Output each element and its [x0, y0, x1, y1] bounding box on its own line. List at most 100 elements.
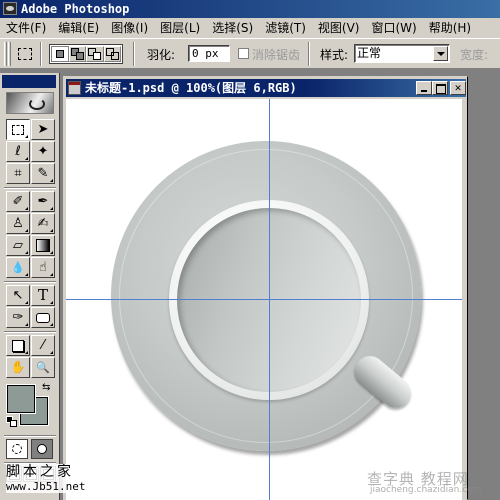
intersect-selection-button[interactable] [103, 46, 121, 62]
crop-tool[interactable]: ⌗ [6, 163, 30, 184]
toolbox-title-bar[interactable] [2, 75, 56, 88]
more-tools-indicator [22, 135, 28, 138]
menu-help[interactable]: 帮助(H) [423, 18, 477, 38]
options-bar-grip[interactable] [4, 42, 7, 66]
jb51-url-watermark: www.Jb51.net [6, 480, 86, 493]
clone-stamp-tool[interactable]: ♙ [6, 213, 30, 234]
document-canvas[interactable] [66, 99, 462, 500]
menu-layer[interactable]: 图层(L) [154, 18, 206, 38]
minimize-button[interactable] [416, 81, 432, 95]
add-to-selection-button[interactable] [68, 46, 86, 62]
gradient-tool[interactable] [31, 235, 55, 256]
add-selection-icon-overlay [75, 52, 84, 60]
more-tools-indicator [47, 351, 53, 354]
default-colors-icon-bg [10, 420, 17, 427]
photoshop-eye-logo[interactable] [6, 92, 54, 114]
menu-edit[interactable]: 编辑(E) [52, 18, 105, 38]
move-icon: ➤ [37, 122, 49, 137]
marquee-icon [12, 124, 24, 135]
style-label: 样式: [320, 48, 349, 62]
intersect-selection-icon-overlay [110, 52, 119, 60]
hand-tool[interactable]: ✋ [6, 357, 30, 378]
lasso-tool[interactable]: ℓ [6, 141, 30, 162]
options-bar-grip[interactable] [8, 42, 11, 66]
close-button[interactable]: ✕ [450, 81, 466, 95]
feather-input[interactable]: 0 px [188, 45, 230, 62]
lasso-icon: ℓ [15, 144, 21, 159]
new-selection-button[interactable] [51, 46, 69, 62]
eraser-tool[interactable]: ▱ [6, 235, 30, 256]
more-tools-indicator [47, 179, 53, 182]
healing-brush-tool[interactable]: ✐ [6, 191, 30, 212]
toolbox-separator [4, 331, 56, 333]
photoshop-app-icon [3, 2, 17, 15]
hand-icon: ✋ [10, 360, 26, 374]
eyedropper-tool[interactable]: ⁄ [31, 335, 55, 356]
rectangular-marquee-tool[interactable] [6, 119, 30, 140]
quick-mask-mode-button[interactable] [31, 439, 53, 459]
color-swatches: ⇆ [4, 382, 54, 434]
quick-mask-icon [37, 444, 47, 454]
more-tools-indicator [22, 273, 28, 276]
more-tools-indicator [47, 273, 53, 276]
psd-document-icon[interactable] [68, 81, 81, 95]
history-brush-tool[interactable]: ✍ [31, 213, 55, 234]
eyedropper-icon: ⁄ [41, 338, 45, 353]
dodge-tool[interactable]: ☝ [31, 257, 55, 278]
menu-window[interactable]: 窗口(W) [365, 18, 422, 38]
photoshop-app: Adobe Photoshop 文件(F) 编辑(E) 图像(I) 图层(L) … [0, 0, 500, 500]
separator [40, 42, 42, 66]
standard-mode-icon [12, 444, 22, 454]
path-selection-tool[interactable]: ↖ [6, 285, 30, 306]
foreground-color-swatch[interactable] [7, 385, 35, 413]
rectangular-marquee-icon[interactable] [18, 48, 32, 60]
magic-wand-tool[interactable]: ✦ [31, 141, 55, 162]
more-tools-indicator [47, 229, 53, 232]
menu-image[interactable]: 图像(I) [105, 18, 154, 38]
maximize-button[interactable] [432, 81, 448, 95]
move-tool[interactable]: ➤ [31, 119, 55, 140]
magic-wand-icon: ✦ [37, 144, 49, 159]
document-title: 未标题-1.psd @ 100%(图层 6,RGB) [85, 81, 297, 95]
menu-file[interactable]: 文件(F) [0, 18, 52, 38]
swap-colors-icon[interactable]: ⇆ [42, 382, 50, 393]
more-tools-indicator [22, 351, 28, 354]
brush-tool[interactable]: ✒ [31, 191, 55, 212]
standard-mode-button[interactable] [6, 439, 28, 459]
horizontal-guide[interactable] [66, 299, 462, 300]
more-tools-indicator [22, 301, 28, 304]
slice-tool[interactable]: ✎ [31, 163, 55, 184]
more-tools-indicator [47, 251, 53, 254]
chevron-down-icon[interactable] [433, 46, 448, 61]
chazidian-url-watermark: jiaocheng.chazidian.com [370, 485, 482, 495]
menu-select[interactable]: 选择(S) [206, 18, 259, 38]
blur-tool[interactable]: 💧 [6, 257, 30, 278]
app-title-bar: Adobe Photoshop [0, 0, 500, 18]
antialias-label: 消除锯齿 [252, 48, 301, 62]
toolbox-separator [4, 187, 56, 189]
style-select[interactable]: 正常 [354, 44, 450, 63]
more-tools-indicator [47, 323, 53, 326]
more-tools-indicator [22, 323, 28, 326]
menu-bar: 文件(F) 编辑(E) 图像(I) 图层(L) 选择(S) 滤镜(T) 视图(V… [0, 18, 500, 38]
subtract-from-selection-button[interactable] [86, 46, 104, 62]
type-tool[interactable]: T [31, 285, 55, 306]
selection-mode-group [49, 44, 123, 64]
document-title-bar[interactable]: 未标题-1.psd @ 100%(图层 6,RGB) ✕ [66, 79, 466, 97]
more-tools-indicator [22, 207, 28, 210]
feather-label: 羽化: [147, 48, 176, 62]
pen-tool[interactable]: ✑ [6, 307, 30, 328]
rounded-rectangle-icon [36, 312, 50, 323]
zoom-tool[interactable]: 🔍 [31, 357, 55, 378]
more-tools-indicator [47, 207, 53, 210]
more-tools-indicator [22, 157, 28, 160]
jb51-watermark: 脚本之家 [6, 464, 74, 480]
antialias-checkbox[interactable] [238, 48, 249, 59]
menu-filter[interactable]: 滤镜(T) [259, 18, 312, 38]
menu-view[interactable]: 视图(V) [312, 18, 366, 38]
notes-tool[interactable] [6, 335, 30, 356]
crop-icon: ⌗ [14, 166, 22, 181]
separator [133, 42, 135, 66]
rectangle-shape-tool[interactable] [31, 307, 55, 328]
options-bar: 羽化: 0 px 消除锯齿 样式: 正常 宽度: [0, 38, 500, 69]
